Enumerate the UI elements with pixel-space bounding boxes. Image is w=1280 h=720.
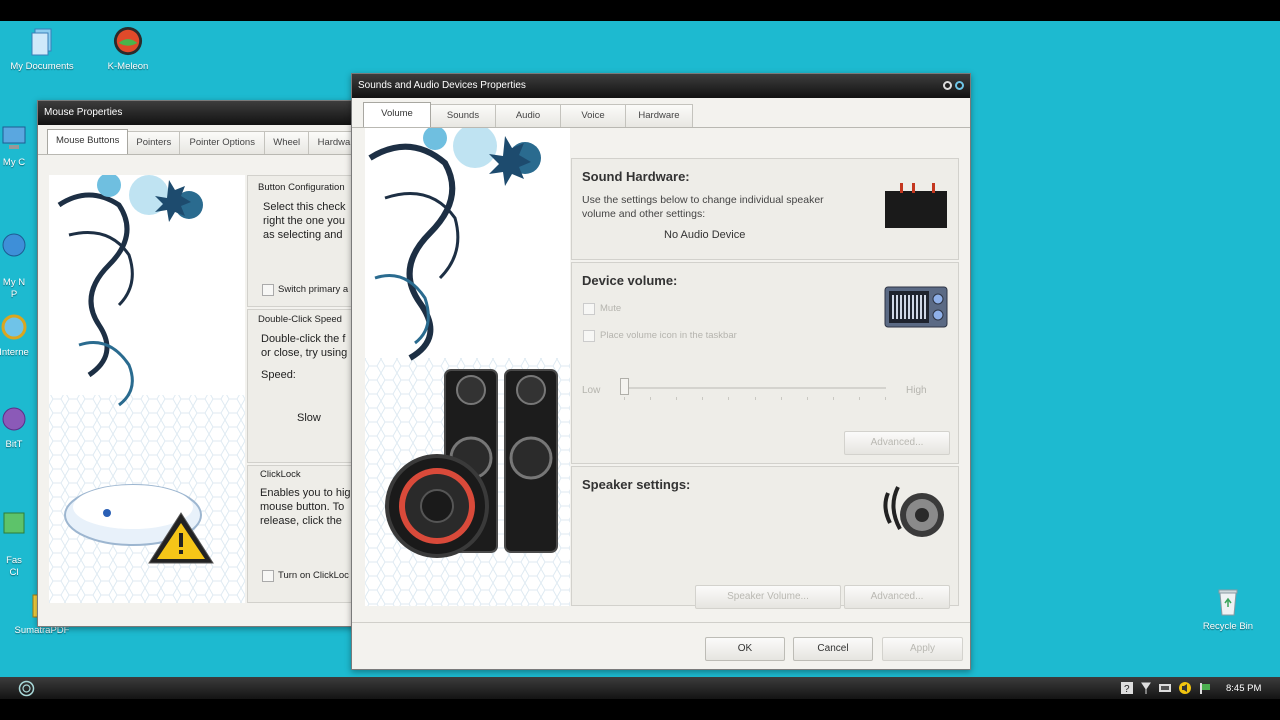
button-configuration-title: Button Configuration [258, 182, 345, 193]
device-volume-title: Device volume: [582, 273, 678, 288]
button-configuration-text: Select this check right the one you as s… [263, 201, 346, 241]
sound-window-titlebar[interactable]: Sounds and Audio Devices Properties [352, 74, 970, 98]
speaker-settings-title: Speaker settings: [582, 477, 691, 492]
system-tray: ? 8:45 PM [1120, 681, 1261, 695]
help-icon[interactable]: ? [1120, 681, 1134, 695]
volume-tick [676, 397, 678, 400]
mouse-window-titlebar[interactable]: Mouse Properties [38, 101, 376, 125]
volume-tick [858, 397, 860, 400]
volume-tick [754, 397, 756, 400]
volume-mixer-icon [884, 286, 948, 328]
sound-window-title: Sounds and Audio Devices Properties [358, 80, 526, 91]
dialog-divider [352, 622, 970, 623]
switch-primary-checkbox[interactable] [262, 284, 274, 296]
volume-high-label: High [906, 385, 927, 396]
slow-label: Slow [297, 412, 321, 424]
volume-slider-track[interactable] [624, 387, 886, 389]
network-tray-icon[interactable] [1140, 681, 1152, 695]
internet-icon [1, 314, 27, 340]
tab-pointers[interactable]: Pointers [127, 131, 181, 154]
speaker-settings-group: Speaker settings: Speaker Volume... Adva… [571, 466, 959, 609]
tab-pointer-options[interactable]: Pointer Options [179, 131, 266, 154]
volume-tick [650, 397, 652, 400]
bottom-letterbox [0, 699, 1280, 720]
titlebar-buttons [943, 81, 964, 90]
tab-wheel[interactable]: Wheel [264, 131, 310, 154]
tab-volume[interactable]: Volume [363, 102, 431, 127]
volume-tick [885, 397, 886, 400]
speaker-icon [883, 486, 944, 537]
desktop: My Documents K-Meleon My C My N P Intern… [0, 21, 1280, 677]
taskbar-clock[interactable]: 8:45 PM [1226, 683, 1261, 694]
double-click-text: Double-click the f or close, try using [261, 333, 348, 359]
volume-tick [832, 397, 834, 400]
speaker-decorative-art [365, 128, 570, 606]
sound-hardware-text: Use the settings below to change individ… [582, 194, 824, 220]
apply-button[interactable]: Apply [882, 637, 963, 661]
k-meleon-icon [113, 26, 143, 56]
cancel-button[interactable]: Cancel [793, 637, 873, 661]
volume-slider-thumb[interactable] [620, 378, 629, 395]
device-volume-group: Device volume: Mute Place volume icon in… [571, 262, 959, 464]
mute-label: Mute [600, 303, 622, 314]
recycle-bin-icon [1218, 589, 1238, 616]
sound-tabs: Volume Sounds Audio Voice Hardware [352, 98, 970, 128]
mouse-properties-window: Mouse Properties Mouse Buttons Pointers … [37, 100, 378, 627]
volume-tick [624, 397, 625, 400]
volume-tray-icon[interactable] [1178, 681, 1192, 695]
volume-tick [780, 397, 782, 400]
ok-button[interactable]: OK [705, 637, 785, 661]
computer-icon [2, 126, 26, 149]
desktop-icon-recycle-bin[interactable]: Recycle Bin [1186, 585, 1270, 632]
clicklock-label: Turn on ClickLoc [278, 570, 349, 581]
speaker-advanced-button[interactable]: Advanced... [844, 585, 950, 609]
mouse-window-title: Mouse Properties [44, 107, 123, 118]
close-button[interactable] [955, 81, 964, 90]
taskbar-icon-checkbox[interactable] [583, 330, 595, 342]
flag-icon[interactable] [1198, 681, 1212, 695]
speed-label: Speed: [261, 369, 296, 381]
sounds-audio-window: Sounds and Audio Devices Properties Volu… [351, 73, 971, 670]
volume-low-label: Low [582, 385, 601, 396]
mouse-decorative-art [49, 175, 245, 603]
speaker-volume-button[interactable]: Speaker Volume... [695, 585, 841, 609]
tab-voice[interactable]: Voice [560, 104, 626, 127]
app-icon [3, 512, 25, 534]
double-click-title: Double-Click Speed [258, 314, 342, 325]
desktop-icon-my-documents[interactable]: My Documents [0, 25, 84, 72]
start-button-icon[interactable] [18, 680, 35, 697]
speakers-icon [385, 369, 558, 558]
mute-checkbox[interactable] [583, 303, 595, 315]
help-button[interactable] [943, 81, 952, 90]
volume-tick [702, 397, 704, 400]
battery-icon[interactable] [1158, 682, 1172, 694]
device-advanced-button[interactable]: Advanced... [844, 431, 950, 455]
tab-audio[interactable]: Audio [495, 104, 561, 127]
volume-tick [806, 397, 808, 400]
mouse-warning-icon [64, 484, 214, 564]
volume-tick [728, 397, 730, 400]
desktop-icon-k-meleon[interactable]: K-Meleon [86, 25, 170, 72]
tab-sounds[interactable]: Sounds [430, 104, 496, 127]
sound-hardware-title: Sound Hardware: [582, 169, 690, 184]
sound-hardware-group: Sound Hardware: Use the settings below t… [571, 158, 959, 260]
taskbar-icon-label: Place volume icon in the taskbar [600, 330, 737, 341]
taskbar: ? 8:45 PM [0, 677, 1280, 699]
tab-hardware[interactable]: Hardware [625, 104, 693, 127]
clicklock-checkbox[interactable] [262, 570, 274, 582]
clicklock-title: ClickLock [260, 469, 301, 480]
switch-primary-label: Switch primary a [278, 284, 349, 295]
clicklock-text: Enables you to hig mouse button. To rele… [260, 487, 351, 527]
svg-text:?: ? [1124, 684, 1130, 695]
mouse-tabs: Mouse Buttons Pointers Pointer Options W… [38, 125, 376, 155]
no-audio-device: No Audio Device [664, 229, 746, 241]
tab-mouse-buttons[interactable]: Mouse Buttons [47, 129, 129, 154]
documents-icon [31, 28, 52, 56]
network-icon [2, 233, 26, 257]
sound-card-icon [885, 183, 947, 228]
bittorrent-icon [2, 407, 26, 431]
volume-slider-ticks [624, 397, 886, 400]
